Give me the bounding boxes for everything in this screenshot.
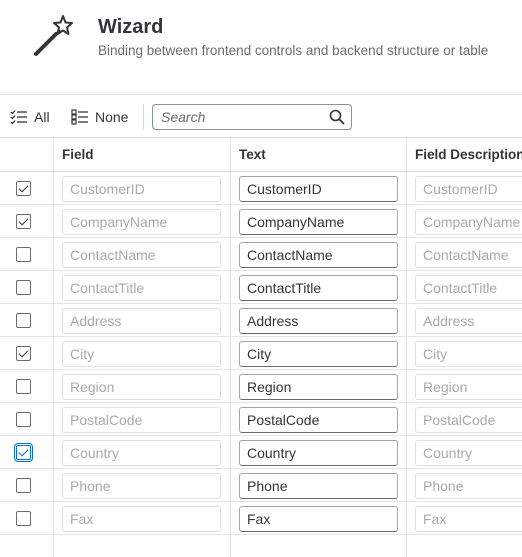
binding-table: Field Text Field Description CustomerID C… bbox=[0, 138, 522, 557]
table-row: ContactTitle ContactTitle ContactTitle bbox=[0, 271, 522, 304]
field-name-cell: Fax bbox=[62, 506, 221, 532]
row-checkbox[interactable] bbox=[16, 247, 31, 262]
text-input[interactable]: CompanyName bbox=[239, 209, 398, 235]
text-input[interactable]: City bbox=[239, 341, 398, 367]
table-header: Field Text Field Description bbox=[0, 138, 522, 172]
field-description-cell: CompanyName bbox=[415, 209, 522, 235]
field-name-cell: Address bbox=[62, 308, 221, 334]
text-input[interactable]: PostalCode bbox=[239, 407, 398, 433]
table-row: CompanyName CompanyName CompanyName bbox=[0, 205, 522, 238]
column-header-text: Text bbox=[239, 147, 266, 162]
table-row: Region Region Region bbox=[0, 370, 522, 403]
search-field bbox=[152, 104, 352, 130]
row-checkbox[interactable] bbox=[16, 379, 31, 394]
text-input[interactable]: Fax bbox=[239, 506, 398, 532]
wizard-header: Wizard Binding between frontend controls… bbox=[0, 0, 522, 94]
row-checkbox[interactable] bbox=[16, 346, 31, 361]
multi-select-none-icon bbox=[71, 109, 88, 125]
field-name-cell: PostalCode bbox=[62, 407, 221, 433]
row-checkbox[interactable] bbox=[16, 511, 31, 526]
text-input[interactable]: Address bbox=[239, 308, 398, 334]
search-input[interactable] bbox=[161, 106, 321, 128]
column-header-description: Field Description bbox=[415, 147, 522, 162]
row-checkbox[interactable] bbox=[16, 412, 31, 427]
text-input[interactable]: ContactName bbox=[239, 242, 398, 268]
multi-select-all-icon bbox=[10, 110, 27, 125]
select-none-button[interactable]: None bbox=[71, 105, 128, 129]
field-description-cell: Country bbox=[415, 440, 522, 466]
text-input[interactable]: ContactTitle bbox=[239, 275, 398, 301]
field-description-cell: ContactTitle bbox=[415, 275, 522, 301]
field-description-cell: PostalCode bbox=[415, 407, 522, 433]
select-all-button[interactable]: All bbox=[10, 105, 50, 129]
magic-wand-icon bbox=[34, 15, 73, 56]
field-description-cell: CustomerID bbox=[415, 176, 522, 202]
field-description-cell: Address bbox=[415, 308, 522, 334]
table-row: Address Address Address bbox=[0, 304, 522, 337]
field-name-cell: City bbox=[62, 341, 221, 367]
text-input[interactable]: Phone bbox=[239, 473, 398, 499]
field-description-cell: Region bbox=[415, 374, 522, 400]
table-row: Country Country Country bbox=[0, 436, 522, 469]
select-none-label: None bbox=[95, 109, 129, 125]
field-name-cell: CompanyName bbox=[62, 209, 221, 235]
field-name-cell: ContactName bbox=[62, 242, 221, 268]
row-checkbox[interactable] bbox=[16, 280, 31, 295]
field-name-cell: Country bbox=[62, 440, 221, 466]
row-checkbox[interactable] bbox=[14, 443, 33, 462]
row-checkbox[interactable] bbox=[16, 181, 31, 196]
field-description-cell: ContactName bbox=[415, 242, 522, 268]
row-checkbox[interactable] bbox=[16, 214, 31, 229]
text-input[interactable]: CustomerID bbox=[239, 176, 398, 202]
text-input[interactable]: Region bbox=[239, 374, 398, 400]
field-name-cell: ContactTitle bbox=[62, 275, 221, 301]
field-name-cell: Phone bbox=[62, 473, 221, 499]
table-row: ContactName ContactName ContactName bbox=[0, 238, 522, 271]
table-row: Fax Fax Fax bbox=[0, 502, 522, 535]
column-header-field: Field bbox=[62, 147, 94, 162]
select-all-label: All bbox=[34, 109, 50, 125]
page-title: Wizard bbox=[98, 16, 164, 38]
toolbar: All None bbox=[0, 94, 522, 138]
table-row: CustomerID CustomerID CustomerID bbox=[0, 172, 522, 205]
table-row: PostalCode PostalCode PostalCode bbox=[0, 403, 522, 436]
field-name-cell: CustomerID bbox=[62, 176, 221, 202]
field-description-cell: Fax bbox=[415, 506, 522, 532]
field-description-cell: City bbox=[415, 341, 522, 367]
field-name-cell: Region bbox=[62, 374, 221, 400]
table-row: Phone Phone Phone bbox=[0, 469, 522, 502]
toolbar-separator bbox=[143, 104, 144, 130]
search-icon[interactable] bbox=[329, 109, 345, 125]
row-checkbox[interactable] bbox=[16, 313, 31, 328]
page-subtitle: Binding between frontend controls and ba… bbox=[98, 43, 489, 58]
text-input[interactable]: Country bbox=[239, 440, 398, 466]
row-checkbox[interactable] bbox=[16, 478, 31, 493]
table-row: City City City bbox=[0, 337, 522, 370]
field-description-cell: Phone bbox=[415, 473, 522, 499]
